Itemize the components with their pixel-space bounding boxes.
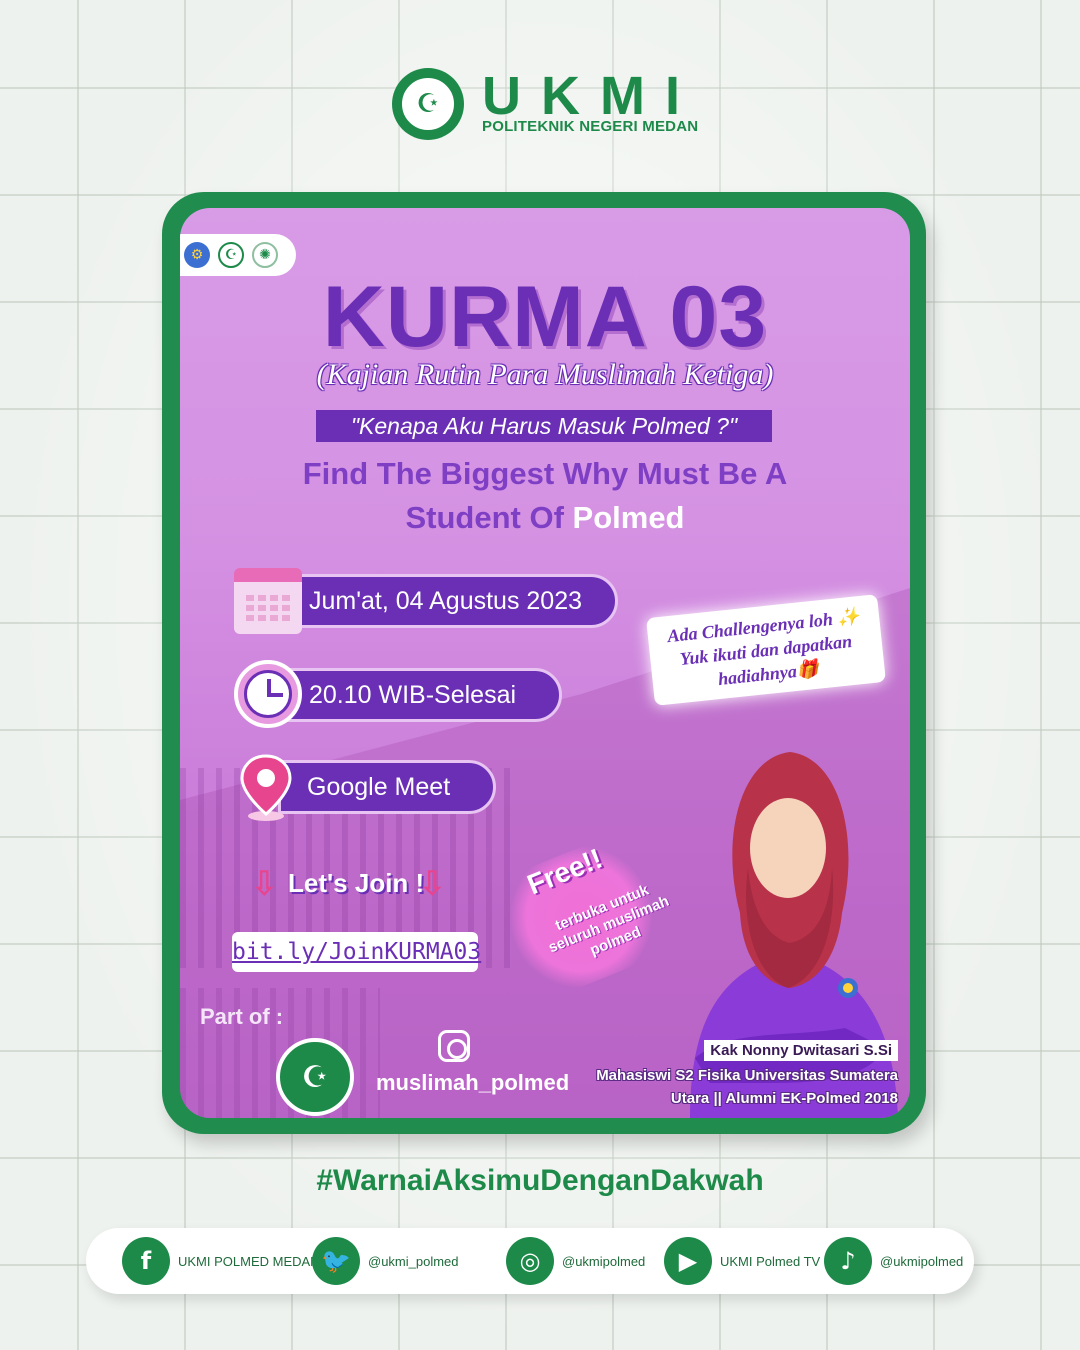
tagline-line-2: Student Of Polmed [180,496,910,540]
instagram-icon: ◎ [506,1237,554,1285]
event-tagline: Find The Biggest Why Must Be A Student O… [180,452,910,540]
poster: ⚙ ☪ ✺ KURMA 03 (Kajian Rutin Para Muslim… [180,208,910,1118]
tagline-highlight: Polmed [572,500,685,535]
date-pill: Jum'at, 04 Agustus 2023 [280,574,618,628]
time-pill: 20.10 WIB-Selesai [280,668,562,722]
speaker-name: Kak Nonny Dwitasari S.Si [704,1040,898,1061]
twitter-icon: 🐦 [312,1237,360,1285]
brand-subtitle: POLITEKNIK NEGERI MEDAN [482,118,699,135]
youtube-label: UKMI Polmed TV [720,1253,821,1269]
instagram-handle[interactable]: muslimah_polmed [376,1070,569,1096]
event-theme: "Kenapa Aku Harus Masuk Polmed ?" [316,410,772,442]
place-text: Google Meet [307,772,451,801]
poster-frame: ⚙ ☪ ✺ KURMA 03 (Kajian Rutin Para Muslim… [162,192,926,1134]
youtube-icon: ▶ [664,1237,712,1285]
mosque-icon: ☪ [399,75,457,133]
polmed-logo-icon: ⚙ [184,242,210,268]
event-subtitle: (Kajian Rutin Para Muslimah Ketiga) [316,358,774,391]
social-twitter[interactable]: 🐦 @ukmi_polmed [312,1237,459,1285]
facebook-icon: f [122,1237,170,1285]
social-instagram[interactable]: ◎ @ukmipolmed [506,1237,645,1285]
speaker-desc-line-2: Utara || Alumni EK-Polmed 2018 [670,1090,898,1107]
ukmi-badge-logo: ☪ [276,1038,354,1116]
facebook-label: UKMI POLMED MEDAN [178,1253,320,1269]
instagram-label: @ukmipolmed [562,1253,646,1269]
twitter-label: @ukmi_polmed [368,1253,459,1269]
social-bar: f UKMI POLMED MEDAN 🐦 @ukmi_polmed ◎ @uk… [86,1228,974,1294]
calendar-icon [234,568,302,634]
part-of-label: Part of : [200,1004,284,1029]
event-title: KURMA 03 [322,269,768,365]
date-text: Jum'at, 04 Agustus 2023 [309,586,583,615]
brand-title: UKMI [482,66,700,126]
social-youtube[interactable]: ▶ UKMI Polmed TV [664,1237,820,1285]
tagline-line-1: Find The Biggest Why Must Be A [302,456,788,491]
social-tiktok[interactable]: ♪ @ukmipolmed [824,1237,963,1285]
join-label: Let's Join ! [288,868,425,898]
ukmi-mini-logo-icon: ✺ [252,242,278,268]
speaker-desc-line-1: Mahasiswi S2 Fisika Universitas Sumatera [596,1067,898,1084]
tiktok-label: @ukmipolmed [880,1253,964,1269]
arrow-down-icon-right: ⇩ [418,864,447,904]
instagram-icon [438,1030,470,1062]
arrow-down-icon-left: ⇩ [250,864,279,904]
header: ☪ UKMI POLITEKNIK NEGERI MEDAN [392,66,712,142]
social-facebook[interactable]: f UKMI POLMED MEDAN [122,1237,320,1285]
time-text: 20.10 WIB-Selesai [309,680,517,709]
speaker-description: Mahasiswi S2 Fisika Universitas Sumatera… [588,1064,898,1110]
tagline-text: Student Of [405,500,573,535]
place-pill: Google Meet [278,760,496,814]
registration-link[interactable]: bit.ly/JoinKURMA03 [232,932,481,972]
tiktok-icon: ♪ [824,1237,872,1285]
campaign-hashtag: #WarnaiAksimuDenganDakwah [316,1164,764,1197]
location-pin-icon [238,754,294,822]
ukmi-logo: ☪ [392,68,464,140]
speaker-illustration [690,752,898,1118]
clock-icon [234,660,302,728]
islamic-logo-icon: ☪ [218,242,244,268]
